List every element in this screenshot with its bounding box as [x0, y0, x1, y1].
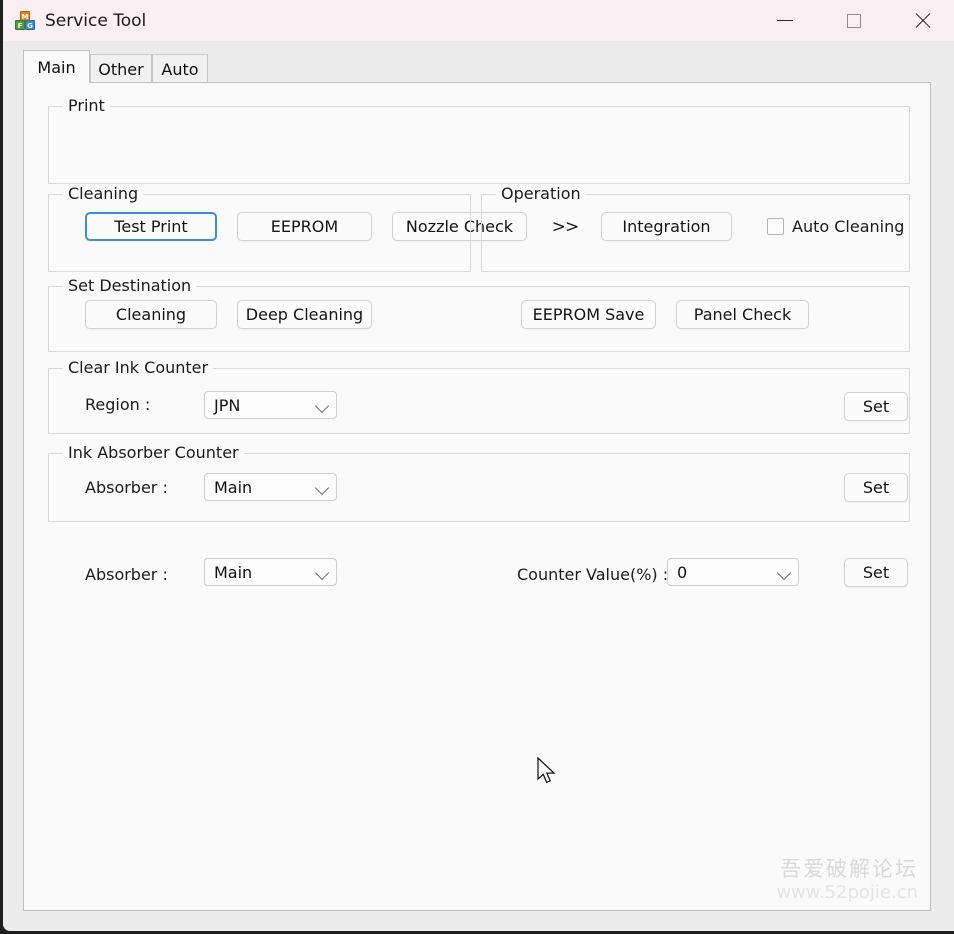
group-clear-ink-counter-title: Clear Ink Counter — [63, 358, 214, 377]
tab-bar: Main Other Auto — [6, 41, 954, 83]
group-print-title: Print — [63, 96, 110, 115]
maximize-button[interactable] — [819, 0, 888, 41]
blocks-icon-block-3: G — [25, 19, 35, 30]
blocks-icon: M F G — [15, 10, 35, 31]
group-cleaning: Cleaning — [48, 184, 471, 272]
tab-page-main: Print Test Print EEPROM Nozzle Check >> … — [23, 82, 931, 911]
tab-other[interactable]: Other — [90, 54, 152, 83]
watermark-text: 吾爱破解论坛 — [780, 857, 918, 881]
group-set-destination-title: Set Destination — [63, 276, 197, 295]
app-window: M F G Service Tool Main Other Auto Print… — [0, 0, 954, 934]
close-button[interactable] — [888, 0, 954, 41]
chevron-down-icon — [310, 558, 336, 586]
group-operation: Operation — [481, 184, 910, 272]
group-operation-title: Operation — [496, 184, 586, 203]
maximize-icon — [846, 13, 861, 28]
group-cleaning-title: Cleaning — [63, 184, 144, 203]
window-controls — [750, 0, 954, 41]
blocks-icon-block-2: F — [15, 19, 25, 30]
chevron-down-icon — [772, 558, 798, 586]
title-bar: M F G Service Tool — [3, 0, 954, 41]
tab-main[interactable]: Main — [23, 50, 90, 83]
group-set-destination: Set Destination — [48, 276, 910, 352]
set-ink-absorber-counter-button[interactable]: Set — [844, 558, 908, 587]
ink-absorber-label: Absorber : — [85, 565, 168, 584]
watermark: 吾爱破解论坛 www.52pojie.cn — [776, 857, 918, 904]
group-clear-ink-counter: Clear Ink Counter — [48, 358, 910, 434]
group-ink-absorber-counter-title: Ink Absorber Counter — [63, 443, 244, 462]
counter-value-label: Counter Value(%) : — [517, 565, 669, 584]
watermark-url: www.52pojie.cn — [776, 882, 918, 903]
counter-value-select-value: 0 — [677, 562, 688, 582]
ink-absorber-select[interactable]: Main — [204, 558, 337, 586]
group-ink-absorber-counter: Ink Absorber Counter — [48, 443, 910, 522]
counter-value-select[interactable]: 0 — [667, 558, 799, 586]
minimize-button[interactable] — [750, 0, 819, 41]
ink-absorber-select-value: Main — [214, 562, 253, 582]
close-icon — [913, 11, 933, 31]
tab-auto[interactable]: Auto — [152, 54, 208, 83]
title-bar-left: M F G Service Tool — [3, 10, 750, 31]
window-title: Service Tool — [45, 10, 147, 31]
mouse-cursor — [537, 757, 556, 784]
group-print: Print — [48, 96, 910, 184]
minimize-icon — [776, 20, 793, 21]
